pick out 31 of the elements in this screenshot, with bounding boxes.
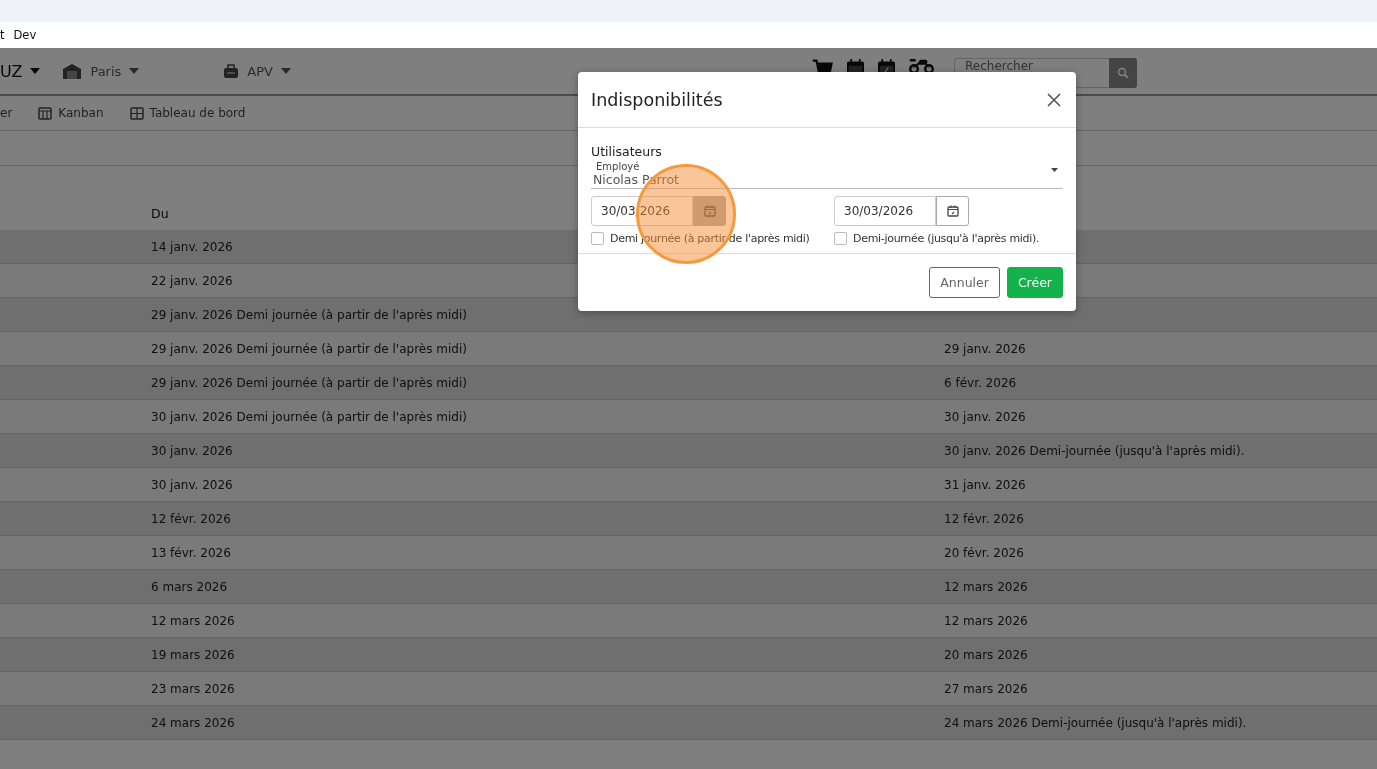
- table-cell: 29 janv. 2026 Demi journée (à partir de l'après midi): [151, 307, 467, 322]
- checkbox-label: Demi-journée (jusqu'à l'après midi).: [853, 232, 1040, 245]
- table-cell: 6 mars 2026: [151, 579, 228, 594]
- table-cell: 24 mars 2026: [151, 715, 235, 730]
- section-label: Utilisateurs: [591, 144, 663, 159]
- column-header: Du: [151, 206, 169, 221]
- table-cell: 12 févr. 2026: [944, 511, 1024, 526]
- table-cell: 13 févr. 2026: [151, 545, 231, 560]
- table-cell: 12 mars 2026: [944, 579, 1028, 594]
- table-cell: 29 janv. 2026: [944, 341, 1026, 356]
- table-cell: 20 févr. 2026: [944, 545, 1024, 560]
- table-cell: 19 mars 2026: [151, 647, 235, 662]
- table-cell: 31 janv. 2026: [944, 477, 1026, 492]
- table-cell: 30 janv. 2026 Demi journée (à partir de l'après midi): [151, 409, 467, 424]
- table-cell: 12 mars 2026: [151, 613, 235, 628]
- table-cell: 12 févr. 2026: [151, 511, 231, 526]
- table-cell: 24 mars 2026 Demi-journée (jusqu'à l'après midi).: [944, 715, 1247, 730]
- table-cell: 27 mars 2026: [944, 681, 1028, 696]
- dialog-title: Indisponibilités: [591, 89, 723, 110]
- table-cell: 14 janv. 2026: [151, 239, 233, 254]
- table-cell: 12 mars 2026: [944, 613, 1028, 628]
- table-cell: 29 janv. 2026 Demi journée (à partir de l'après midi): [151, 375, 467, 390]
- table-cell: 22 janv. 2026: [151, 273, 233, 288]
- table-cell: 23 mars 2026: [151, 681, 235, 696]
- table-cell: 30 janv. 2026: [944, 409, 1026, 424]
- table-cell: 30 janv. 2026: [151, 443, 233, 458]
- table-cell: 29 janv. 2026 Demi journée (à partir de l'après midi): [151, 341, 467, 356]
- table-cell: 6 févr. 2026: [944, 375, 1017, 390]
- table-cell: 30 janv. 2026: [151, 477, 233, 492]
- table-cell: 30 janv. 2026 Demi-journée (jusqu'à l'après midi).: [944, 443, 1245, 458]
- table-cell: 20 mars 2026: [944, 647, 1028, 662]
